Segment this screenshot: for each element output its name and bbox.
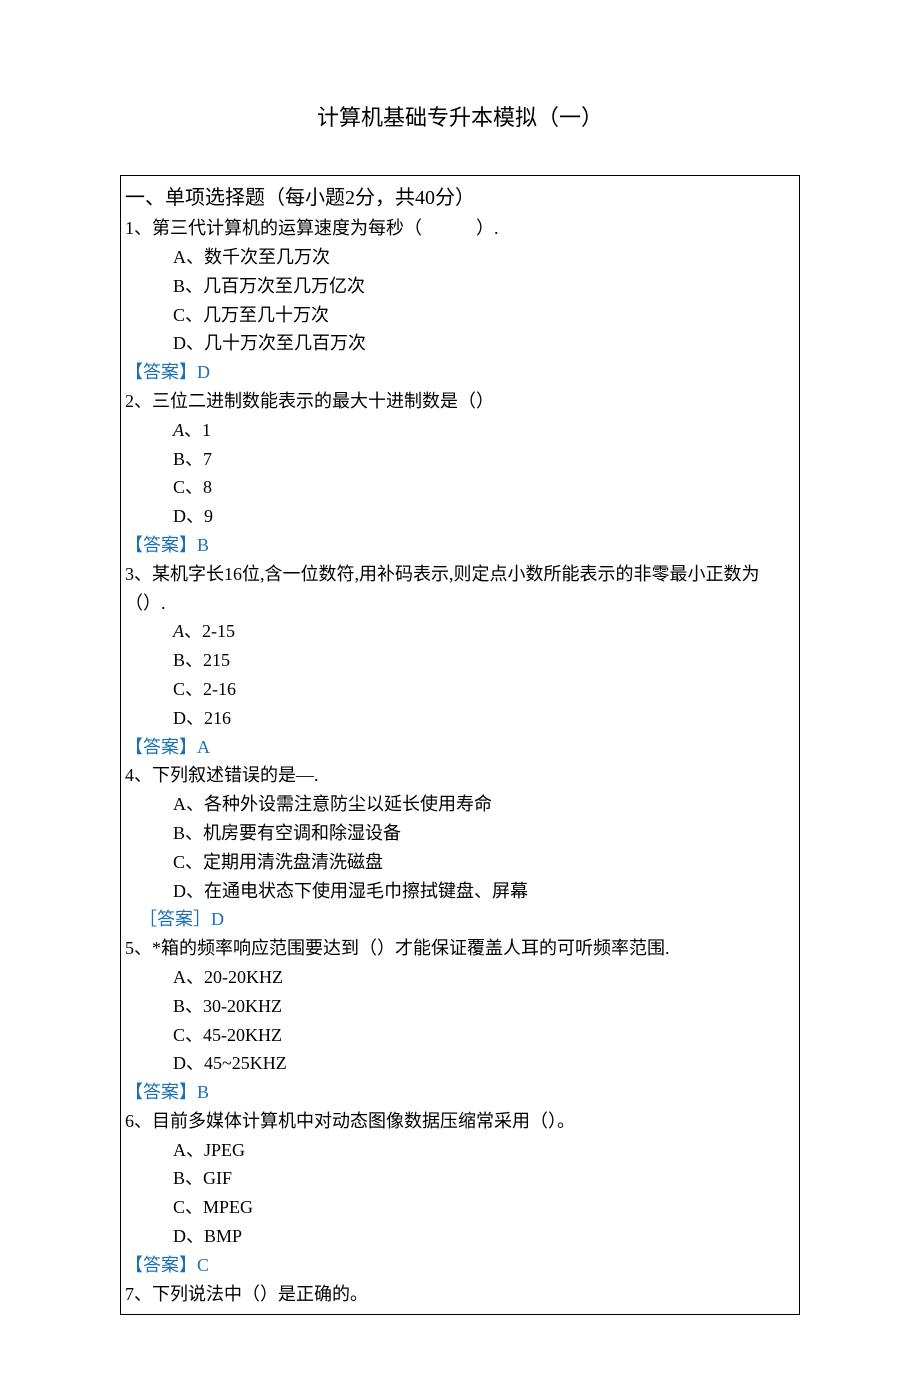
document-title: 计算机基础专升本模拟（一） [120, 100, 800, 135]
option-label: A [173, 420, 184, 440]
question-option: B、215 [125, 646, 795, 675]
answer-label: 【答案】A [125, 733, 795, 762]
question-option: C、8 [125, 473, 795, 502]
question-stem: 2、三位二进制数能表示的最大十进制数是（） [125, 387, 795, 416]
question-option: A、JPEG [125, 1136, 795, 1165]
answer-label: ［答案］D [125, 905, 795, 934]
question-option: D、45~25KHZ [125, 1049, 795, 1078]
question-option: C、定期用清洗盘清洗磁盘 [125, 848, 795, 877]
answer-label: 【答案】B [125, 1078, 795, 1107]
option-text: 、1 [184, 420, 211, 440]
answer-label: 【答案】B [125, 531, 795, 560]
question-option: D、216 [125, 704, 795, 733]
question-option: B、7 [125, 445, 795, 474]
option-text: 、2-15 [184, 621, 235, 641]
question-stem: 6、目前多媒体计算机中对动态图像数据压缩常采用（）。 [125, 1107, 795, 1136]
question-option: B、GIF [125, 1164, 795, 1193]
question-option: A、2-15 [125, 617, 795, 646]
document-page: 计算机基础专升本模拟（一） 一、单项选择题（每小题2分，共40分） 1、第三代计… [0, 0, 920, 1375]
answer-label: 【答案】D [125, 358, 795, 387]
question-option: B、机房要有空调和除湿设备 [125, 819, 795, 848]
question-stem: 5、*箱的频率响应范围要达到（）才能保证覆盖人耳的可听频率范围. [125, 934, 795, 963]
question-option: D、几十万次至几百万次 [125, 329, 795, 358]
question-option: A、数千次至几万次 [125, 243, 795, 272]
question-option: C、MPEG [125, 1193, 795, 1222]
question-option: D、9 [125, 502, 795, 531]
question-option: C、45-20KHZ [125, 1021, 795, 1050]
section-header: 一、单项选择题（每小题2分，共40分） [125, 182, 795, 214]
question-stem: 3、某机字长16位,含一位数符,用补码表示,则定点小数所能表示的非零最小正数为（… [125, 560, 795, 618]
question-option: D、在通电状态下使用湿毛巾擦拭键盘、屏幕 [125, 877, 795, 906]
question-option: B、几百万次至几万亿次 [125, 272, 795, 301]
question-stem: 4、下列叙述错误的是—. [125, 761, 795, 790]
question-option: A、1 [125, 416, 795, 445]
question-option: A、20-20KHZ [125, 963, 795, 992]
option-label: A [173, 621, 184, 641]
question-option: B、30-20KHZ [125, 992, 795, 1021]
question-option: C、几万至几十万次 [125, 301, 795, 330]
question-option: C、2-16 [125, 675, 795, 704]
question-stem: 7、下列说法中（）是正确的。 [125, 1280, 795, 1309]
question-option: A、各种外设需注意防尘以延长使用寿命 [125, 790, 795, 819]
question-stem: 1、第三代计算机的运算速度为每秒（ ）. [125, 214, 795, 243]
question-option: D、BMP [125, 1222, 795, 1251]
content-box: 一、单项选择题（每小题2分，共40分） 1、第三代计算机的运算速度为每秒（ ）.… [120, 175, 800, 1315]
answer-label: 【答案】C [125, 1251, 795, 1280]
